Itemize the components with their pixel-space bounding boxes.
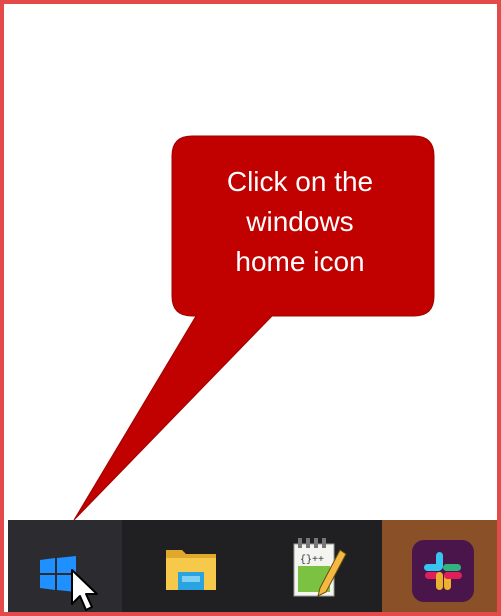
start-button[interactable] bbox=[8, 520, 122, 612]
notepad-icon: {}++ bbox=[293, 538, 347, 597]
file-explorer-button[interactable] bbox=[126, 520, 240, 612]
mouse-pointer-icon bbox=[71, 569, 98, 611]
svg-text:{}++: {}++ bbox=[300, 554, 324, 566]
folder-icon bbox=[166, 550, 216, 590]
slack-button[interactable] bbox=[382, 520, 497, 612]
notepad-plus-plus-button[interactable]: {}++ bbox=[248, 520, 368, 612]
screenshot-frame: Click on the windows home icon {}++ bbox=[0, 0, 501, 616]
slack-icon bbox=[412, 540, 474, 602]
taskbar: {}++ bbox=[8, 520, 497, 612]
callout-text: Click on the windows home icon bbox=[226, 166, 374, 277]
